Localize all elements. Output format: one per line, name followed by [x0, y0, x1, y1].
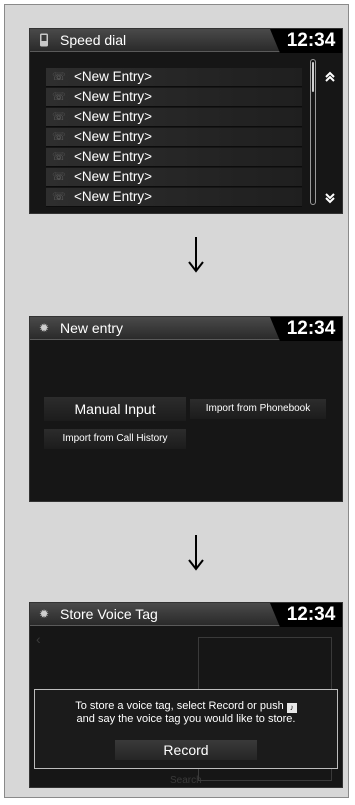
handset-icon: ☏: [52, 91, 66, 103]
down-arrow-icon: [188, 237, 204, 273]
handset-icon: ☏: [52, 191, 66, 203]
speed-dial-entry[interactable]: ☏ <New Entry>: [46, 88, 302, 107]
entry-label: <New Entry>: [74, 109, 153, 124]
button-label: Manual Input: [74, 401, 156, 417]
record-button[interactable]: Record: [115, 740, 257, 760]
double-chevron-down-icon[interactable]: [322, 191, 338, 207]
speed-dial-entry[interactable]: ☏ <New Entry>: [46, 108, 302, 127]
talk-button-icon: ♪: [286, 703, 297, 713]
entry-label: <New Entry>: [74, 69, 153, 84]
manual-illustration-frame: Speed dial 12:34 ☏ <New Entry> ☏ <New En…: [4, 4, 349, 798]
speed-dial-entry[interactable]: ☏ <New Entry>: [46, 168, 302, 187]
title-bar: ✹ Store Voice Tag 12:34: [30, 603, 342, 627]
double-chevron-up-icon[interactable]: [322, 70, 338, 86]
scrollbar[interactable]: [310, 59, 316, 205]
entry-label: <New Entry>: [74, 129, 153, 144]
handset-icon: ☏: [52, 71, 66, 83]
handset-icon: ☏: [52, 111, 66, 123]
gear-icon: ✹: [38, 607, 50, 621]
clock: 12:34: [270, 603, 342, 627]
voice-tag-dialog: To store a voice tag, select Record or p…: [34, 689, 338, 769]
clock: 12:34: [270, 29, 342, 53]
gear-icon: ✹: [38, 321, 50, 335]
dialog-line-1: To store a voice tag, select Record or p…: [75, 700, 284, 712]
speed-dial-entry[interactable]: ☏ <New Entry>: [46, 68, 302, 87]
speed-dial-entry[interactable]: ☏ <New Entry>: [46, 128, 302, 147]
entry-label: <New Entry>: [74, 169, 153, 184]
down-arrow-icon: [188, 535, 204, 571]
page-title: New entry: [60, 320, 124, 336]
phone-icon: [38, 33, 50, 47]
title-bar: Speed dial 12:34: [30, 29, 342, 53]
import-call-history-button[interactable]: Import from Call History: [44, 429, 186, 449]
speed-dial-screen: Speed dial 12:34 ☏ <New Entry> ☏ <New En…: [29, 28, 343, 214]
button-label: Import from Call History: [62, 433, 168, 444]
handset-icon: ☏: [52, 131, 66, 143]
entry-label: <New Entry>: [74, 149, 153, 164]
page-title: Speed dial: [60, 32, 127, 48]
import-phonebook-button[interactable]: Import from Phonebook: [190, 399, 326, 419]
scrollbar-thumb[interactable]: [312, 62, 314, 92]
new-entry-screen: ✹ New entry 12:34 Manual Input Import fr…: [29, 316, 343, 502]
speed-dial-entry[interactable]: ☏ <New Entry>: [46, 148, 302, 167]
store-voice-tag-screen: ✹ Store Voice Tag 12:34 ‹ Search To stor…: [29, 602, 343, 788]
dialog-line-2: and say the voice tag you would like to …: [76, 713, 296, 725]
entry-label: <New Entry>: [74, 89, 153, 104]
dialog-message: To store a voice tag, select Record or p…: [35, 700, 337, 725]
search-label: Search: [170, 775, 202, 786]
clock: 12:34: [270, 317, 342, 341]
page-title: Store Voice Tag: [60, 606, 158, 622]
speed-dial-entry[interactable]: ☏ <New Entry>: [46, 188, 302, 207]
handset-icon: ☏: [52, 171, 66, 183]
button-label: Record: [163, 742, 209, 758]
button-label: Import from Phonebook: [205, 403, 311, 414]
entry-label: <New Entry>: [74, 189, 153, 204]
handset-icon: ☏: [52, 151, 66, 163]
title-bar: ✹ New entry 12:34: [30, 317, 342, 341]
manual-input-button[interactable]: Manual Input: [44, 397, 186, 421]
back-arrow-icon: ‹: [36, 631, 41, 647]
